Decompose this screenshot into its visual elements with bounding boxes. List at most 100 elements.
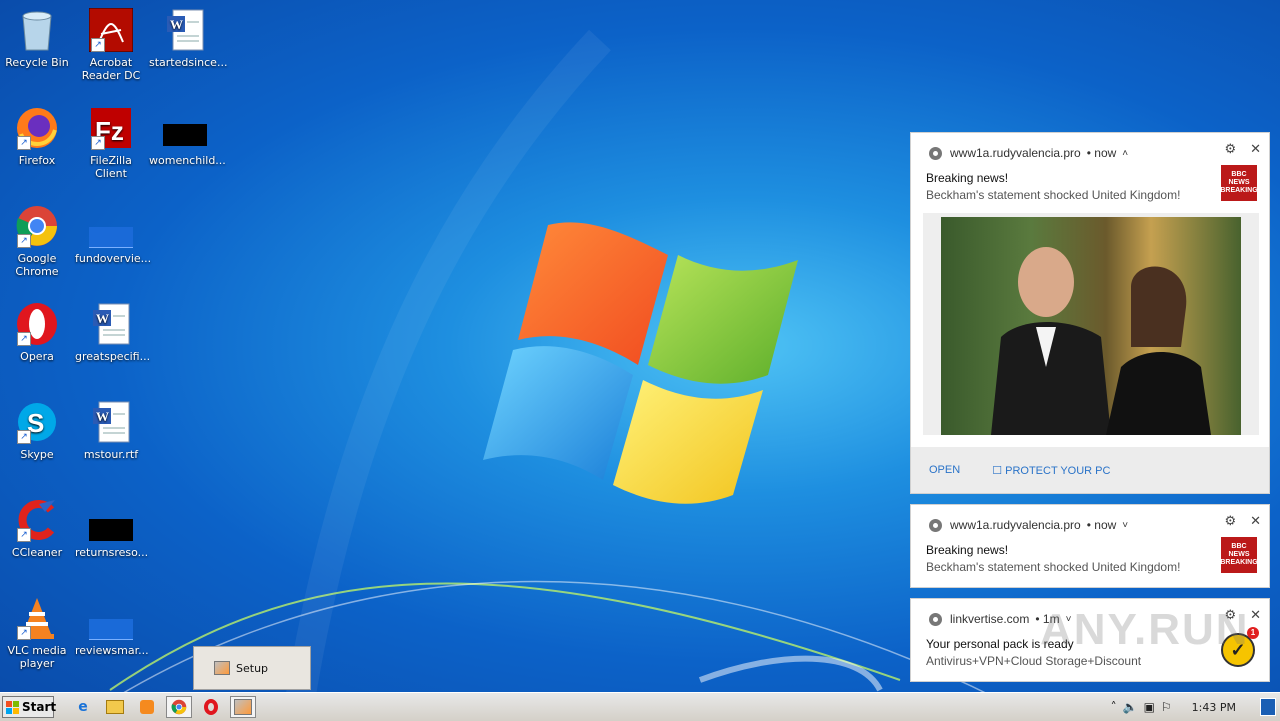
desktop-icon-label: Google Chrome xyxy=(15,252,59,278)
desktop-icon-startedsince[interactable]: W startedsince... xyxy=(148,8,228,69)
close-icon[interactable]: ✕ xyxy=(1250,141,1261,157)
desktop-icon-chrome[interactable]: ↗ Google Chrome xyxy=(0,204,74,278)
desktop-icon-firefox[interactable]: ↗ Firefox xyxy=(0,106,74,167)
taskbar: Start e ˄ 🔈 ▣ ⚐ 1:43 PM xyxy=(0,692,1280,721)
desktop-icon-recycle-bin[interactable]: Recycle Bin xyxy=(0,8,74,69)
bbc-news-badge: BBC NEWS BREAKING xyxy=(1220,165,1258,201)
network-icon[interactable]: ▣ xyxy=(1144,700,1155,714)
blue-file-icon xyxy=(89,596,133,640)
notification-site: www1a.rudyvalencia.pro xyxy=(950,518,1081,532)
desktop-icon-label: VLC media player xyxy=(7,644,67,670)
black-file-icon xyxy=(163,106,207,150)
desktop-icon-label: fundovervie... xyxy=(75,252,152,265)
desktop-icon-label: FileZilla Client xyxy=(90,154,132,180)
notification-site: linkvertise.com xyxy=(950,612,1030,626)
show-hidden-icons-icon[interactable]: ˄ xyxy=(1111,700,1117,714)
word-doc-icon: W xyxy=(89,400,133,444)
anyrun-watermark: ANY.RUN xyxy=(1040,605,1250,654)
shortcut-arrow-icon: ↗ xyxy=(91,38,105,52)
chevron-down-icon[interactable]: ˅ xyxy=(1122,520,1128,531)
shortcut-arrow-icon: ↗ xyxy=(17,430,31,444)
chrome-icon: ↗ xyxy=(15,204,59,248)
settings-gear-icon[interactable]: ⚙ xyxy=(1224,141,1236,157)
opera-icon: ↗ xyxy=(15,302,59,346)
notification-title: Breaking news! xyxy=(926,171,1009,185)
desktop-icon-label: startedsince... xyxy=(149,56,228,69)
desktop-icon-label: reviewsmar... xyxy=(75,644,149,657)
chrome-icon xyxy=(929,518,942,532)
desktop-icon-label: returnsreso... xyxy=(75,546,149,559)
recycle-bin-icon xyxy=(15,8,59,52)
checkbox-icon: ☐ xyxy=(992,464,1003,477)
badge-text: BBC NEWS BREAKING xyxy=(1220,171,1258,194)
desktop-icon-ccleaner[interactable]: ↗ CCleaner xyxy=(0,498,74,559)
skype-icon: S ↗ xyxy=(15,400,59,444)
desktop-icon-skype[interactable]: S ↗ Skype xyxy=(0,400,74,461)
setup-taskbar-preview[interactable]: Setup xyxy=(193,646,311,690)
ccleaner-icon: ↗ xyxy=(15,498,59,542)
desktop-icon-reviewsmar[interactable]: reviewsmar... xyxy=(74,596,149,657)
notification-card-1[interactable]: www1a.rudyvalencia.pro • now ˄ ⚙ ✕ BBC N… xyxy=(910,132,1270,494)
speaker-icon[interactable]: 🔈 xyxy=(1123,700,1138,714)
desktop-icon-label: Opera xyxy=(20,350,54,363)
desktop-icon-label: CCleaner xyxy=(11,546,63,559)
clock[interactable]: 1:43 PM xyxy=(1192,701,1236,714)
desktop-icon-vlc[interactable]: ↗ VLC media player xyxy=(0,596,74,670)
start-button[interactable]: Start xyxy=(2,696,57,718)
shortcut-arrow-icon: ↗ xyxy=(17,234,31,248)
shortcut-arrow-icon: ↗ xyxy=(17,626,31,640)
settings-gear-icon[interactable]: ⚙ xyxy=(1224,513,1236,529)
chrome-icon xyxy=(929,612,942,626)
show-desktop-button[interactable] xyxy=(1260,698,1276,716)
svg-text:W: W xyxy=(170,17,183,32)
setup-taskbar-icon[interactable] xyxy=(230,696,256,718)
desktop-icon-returnsreso[interactable]: returnsreso... xyxy=(74,498,148,559)
firefox-icon: ↗ xyxy=(15,106,59,150)
notification-body: Beckham's statement shocked United Kingd… xyxy=(926,188,1181,202)
desktop-icon-mstour[interactable]: W mstour.rtf xyxy=(74,400,148,461)
media-player-taskbar-icon[interactable] xyxy=(134,696,160,718)
desktop-icon-opera[interactable]: ↗ Opera xyxy=(0,302,74,363)
svg-text:W: W xyxy=(96,311,109,326)
system-tray: ˄ 🔈 ▣ ⚐ 1:43 PM xyxy=(1111,693,1280,721)
notification-photo[interactable] xyxy=(941,217,1241,435)
badge-text: BBC NEWS BREAKING xyxy=(1220,543,1258,566)
desktop-icon-filezilla[interactable]: Fz ↗ FileZilla Client xyxy=(74,106,148,180)
protect-your-pc-button[interactable]: ☐ PROTECT YOUR PC xyxy=(992,464,1110,477)
chrome-icon xyxy=(929,146,942,160)
setup-icon xyxy=(214,661,230,675)
close-icon[interactable]: ✕ xyxy=(1250,513,1261,529)
explorer-taskbar-icon[interactable] xyxy=(102,696,128,718)
desktop-icon-acrobat[interactable]: ↗ Acrobat Reader DC xyxy=(74,8,148,82)
start-label: Start xyxy=(22,700,57,714)
desktop-icon-label: Skype xyxy=(20,448,54,461)
action-center-flag-icon[interactable]: ⚐ xyxy=(1161,700,1172,714)
desktop-icon-label: mstour.rtf xyxy=(83,448,139,461)
ie-taskbar-icon[interactable]: e xyxy=(70,696,96,718)
filezilla-icon: Fz ↗ xyxy=(89,106,133,150)
desktop-icon-greatspecifi[interactable]: W greatspecifi... xyxy=(74,302,151,363)
notification-time: • now xyxy=(1086,518,1117,532)
close-icon[interactable]: ✕ xyxy=(1250,607,1261,623)
black-file-icon xyxy=(89,498,133,542)
notification-title: Breaking news! xyxy=(926,543,1009,557)
svg-text:W: W xyxy=(96,409,109,424)
desktop-icon-label: greatspecifi... xyxy=(75,350,151,363)
word-doc-icon: W xyxy=(163,8,207,52)
desktop-icon-label: Acrobat Reader DC xyxy=(81,56,141,82)
chrome-taskbar-icon[interactable] xyxy=(166,696,192,718)
bbc-news-badge: BBC NEWS BREAKING xyxy=(1220,537,1258,573)
desktop-icon-label: Firefox xyxy=(18,154,56,167)
opera-taskbar-icon[interactable] xyxy=(198,696,224,718)
desktop-icon-womenchild[interactable]: womenchild... xyxy=(148,106,226,167)
chevron-up-icon[interactable]: ˄ xyxy=(1122,148,1128,159)
notification-body: Beckham's statement shocked United Kingd… xyxy=(926,560,1181,574)
notification-card-2[interactable]: www1a.rudyvalencia.pro • now ˅ ⚙ ✕ BBC N… xyxy=(910,504,1270,588)
protect-label: PROTECT YOUR PC xyxy=(1005,464,1111,477)
desktop-icon-fundoverview[interactable]: fundovervie... xyxy=(74,204,152,265)
shortcut-arrow-icon: ↗ xyxy=(17,332,31,346)
shortcut-arrow-icon: ↗ xyxy=(17,528,31,542)
open-button[interactable]: OPEN xyxy=(929,464,960,476)
shortcut-arrow-icon: ↗ xyxy=(91,136,105,150)
desktop-icon-label: womenchild... xyxy=(149,154,226,167)
